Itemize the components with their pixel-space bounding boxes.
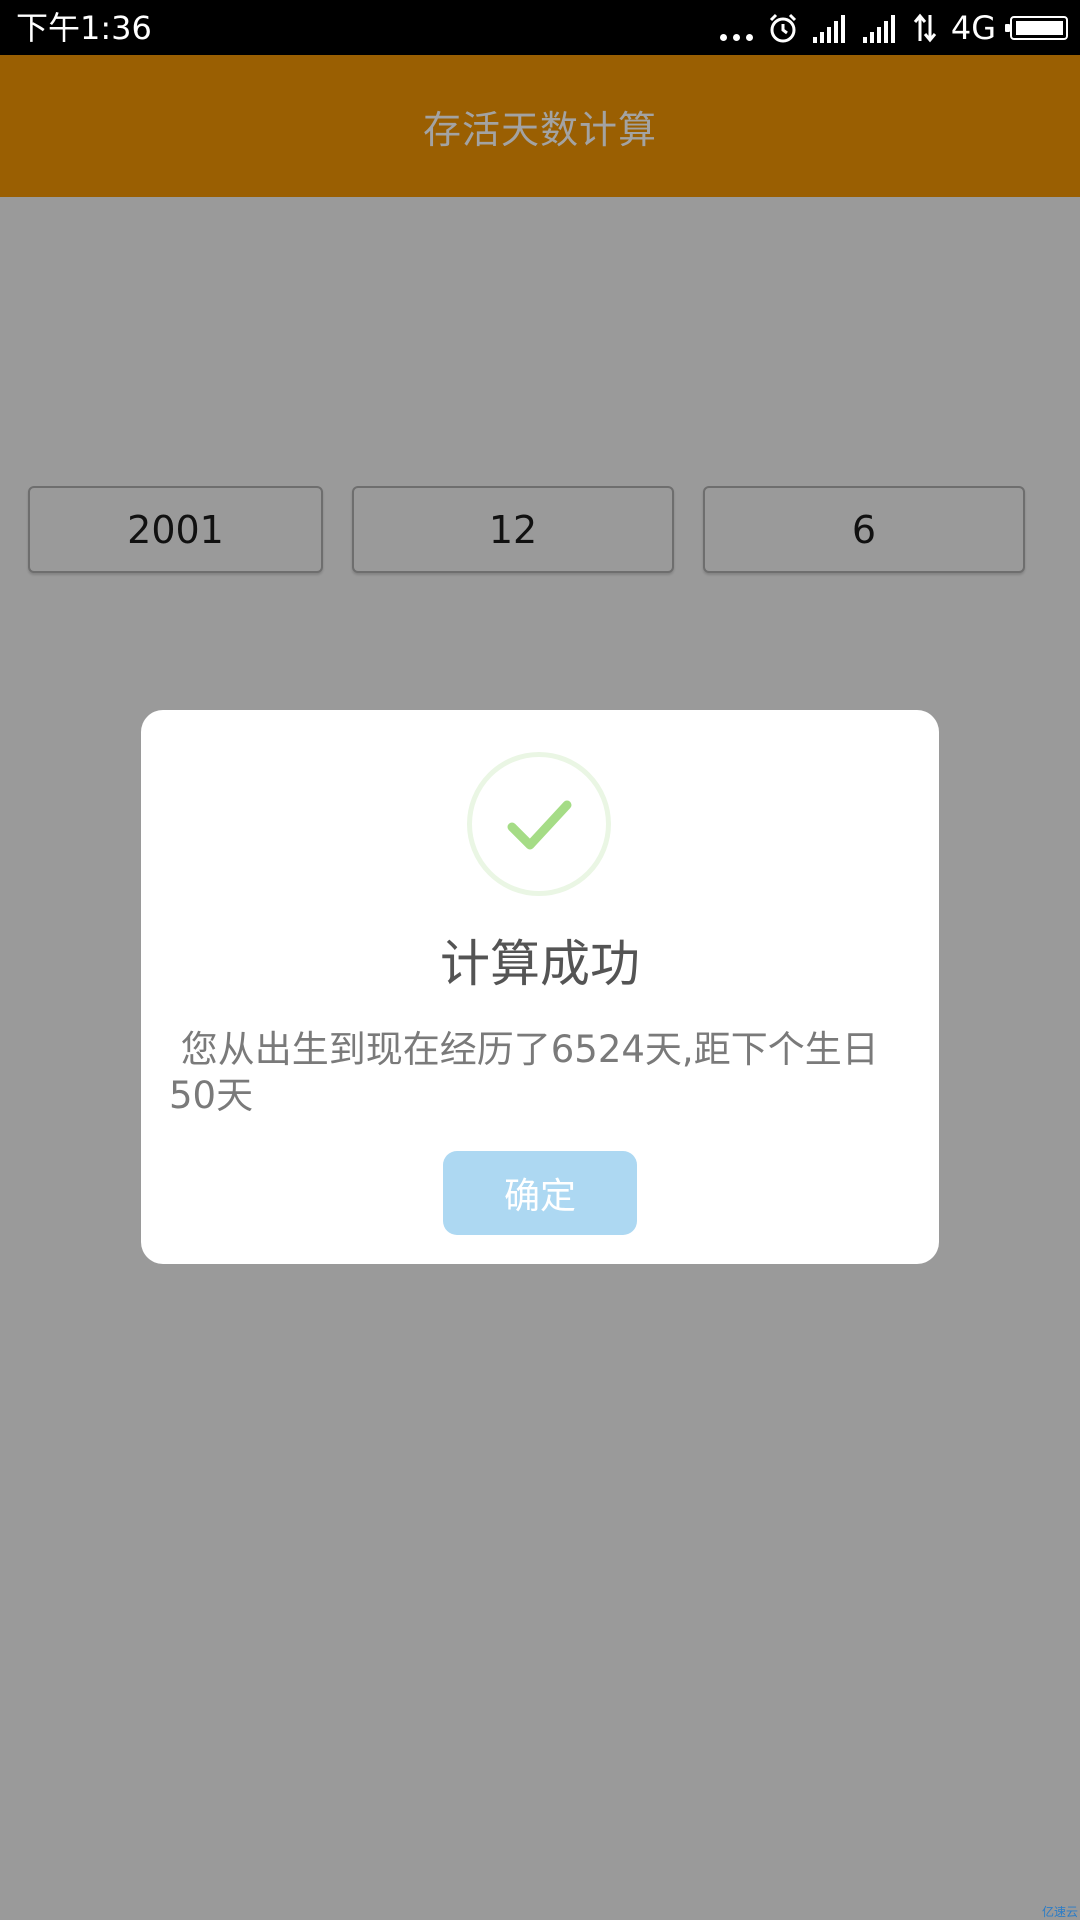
dialog-title: 计算成功 [440, 935, 640, 993]
day-input[interactable]: 6 [703, 486, 1025, 573]
alarm-icon [769, 13, 796, 43]
status-bar: 下午1:36 4G [0, 0, 1080, 55]
battery-icon [1005, 16, 1068, 40]
month-input[interactable]: 12 [352, 486, 674, 573]
signal-icon [862, 15, 895, 43]
data-arrows-icon [913, 13, 936, 43]
dialog-message: 您从出生到现在经历了6524天,距下个生日50天 [169, 1028, 879, 1117]
network-type-label: 4G [950, 9, 996, 47]
watermark-text: 亿速云 [1041, 1905, 1078, 1919]
year-input[interactable]: 2001 [28, 486, 323, 573]
page-title: 存活天数计算 [422, 107, 657, 152]
confirm-button[interactable]: 确定 [443, 1151, 637, 1235]
success-dialog: 计算成功 您从出生到现在经历了6524天,距下个生日50天 确定 [141, 710, 939, 1264]
success-check-icon [467, 752, 611, 896]
more-dots-icon [719, 15, 753, 41]
status-icons: 4G [719, 8, 1068, 48]
status-time: 下午1:36 [16, 9, 152, 47]
app-bar: 存活天数计算 [0, 55, 1080, 197]
signal-icon [812, 15, 845, 43]
